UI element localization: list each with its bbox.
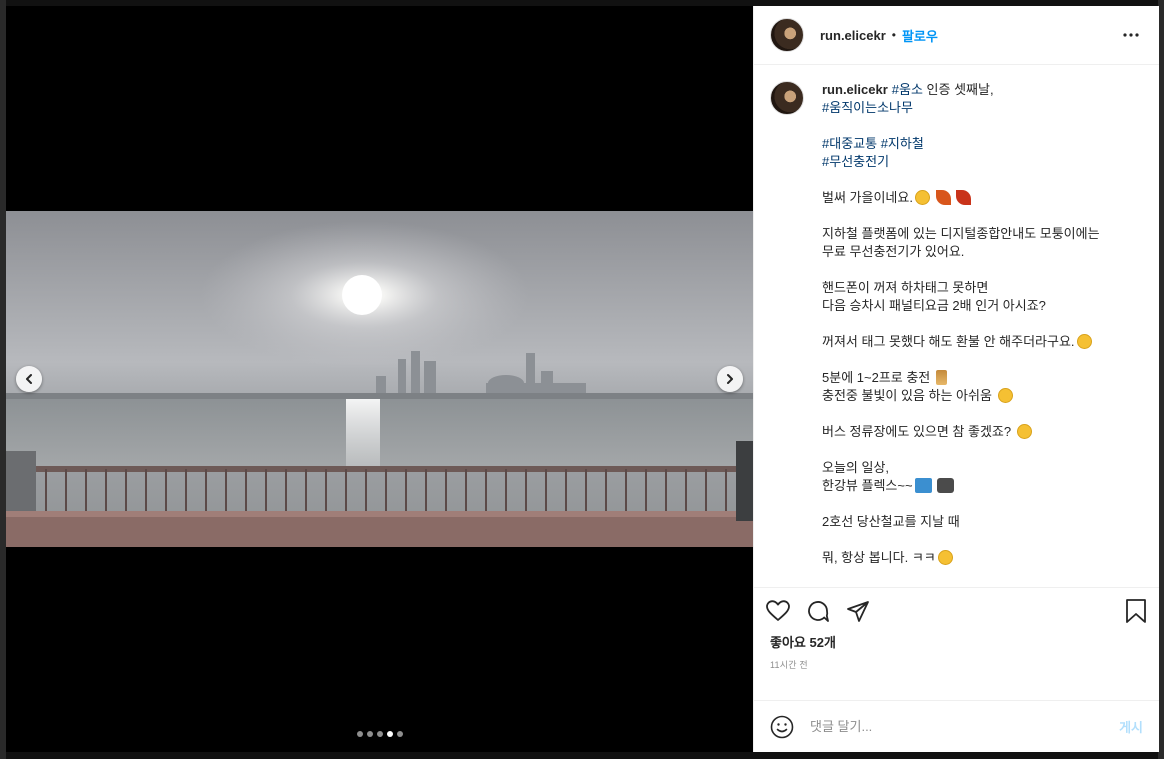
heart-icon — [766, 600, 790, 621]
fallen-leaf-emoji-icon — [935, 190, 951, 205]
share-button[interactable] — [846, 591, 878, 631]
more-options-button[interactable] — [1119, 23, 1143, 47]
likes-count[interactable]: 좋아요 52개 — [754, 634, 1159, 658]
camera-emoji-icon — [937, 478, 955, 493]
share-icon — [847, 601, 869, 622]
hashtag-link[interactable]: #무선충전기 — [822, 154, 889, 169]
caption-username[interactable]: run.elicekr — [822, 82, 888, 97]
carousel-dot — [366, 731, 373, 737]
follow-button[interactable]: 팔로우 — [902, 26, 938, 45]
header-username[interactable]: run.elicekr — [820, 28, 886, 43]
caption-text: 충전중 불빛이 있음 하는 아쉬움 — [822, 388, 992, 403]
sunrise-emoji-icon — [914, 478, 932, 493]
hourglass-emoji-icon — [935, 370, 947, 385]
caption-text: 버스 정류장에도 있으면 참 좋겠죠? — [822, 424, 1012, 439]
comment-icon — [808, 601, 829, 622]
comment-bar: 게시 — [754, 700, 1159, 752]
sunglasses-face-emoji-icon — [937, 550, 953, 565]
hashtag-link[interactable]: #움직이는소나무 — [822, 100, 913, 115]
smiling-face-emoji-icon — [914, 190, 930, 205]
caption-text: 인증 셋째날, — [922, 82, 994, 97]
carousel-dot — [396, 731, 403, 737]
hashtag-link[interactable]: #지하철 — [881, 136, 924, 151]
separator-dot: • — [891, 28, 896, 42]
post-timestamp[interactable]: 11시간 전 — [754, 658, 1159, 671]
caption-text: 한강뷰 플렉스~~ — [822, 478, 913, 493]
carousel-indicator — [6, 731, 753, 737]
avatar[interactable] — [770, 18, 804, 52]
post-media — [6, 6, 753, 752]
caption-area: run.elicekr #움소 인증 셋째날, #움직이는소나무 #대중교통 #지… — [754, 65, 1159, 588]
caption-text: 벌써 가을이네요. — [822, 190, 913, 205]
caption-text: 2호선 당산철교를 지날 때 — [822, 514, 960, 529]
carousel-dot — [356, 731, 363, 737]
caption-text: 오늘의 일상, — [822, 460, 890, 475]
han-river-photo — [6, 211, 753, 547]
post-caption: run.elicekr #움소 인증 셋째날, #움직이는소나무 #대중교통 #지… — [822, 81, 1143, 567]
like-button[interactable] — [766, 591, 798, 631]
caption-text: 다음 승차시 패널티요금 2배 인거 아시죠? — [822, 298, 1046, 313]
maple-leaf-emoji-icon — [956, 190, 972, 205]
hashtag-link[interactable]: #움소 — [892, 82, 923, 97]
thinking-face-emoji-icon — [997, 388, 1013, 403]
chevron-right-icon — [727, 374, 733, 384]
bookmark-icon — [1126, 599, 1146, 623]
hashtag-link[interactable]: #대중교통 — [822, 136, 877, 151]
comment-button[interactable] — [806, 591, 838, 631]
post-comment-button[interactable]: 게시 — [1119, 717, 1143, 736]
caption-text: 핸드폰이 꺼져 하차태그 못하면 — [822, 280, 989, 295]
previous-slide-button[interactable] — [16, 366, 42, 392]
confused-face-emoji-icon — [1076, 334, 1092, 349]
carousel-dot — [376, 731, 383, 737]
caption-text: 지하철 플랫폼에 있는 디지털종합안내도 모퉁이에는 — [822, 226, 1100, 241]
more-horizontal-icon — [1123, 33, 1139, 37]
caption-text: 뭐, 항상 봅니다. ㅋㅋ — [822, 550, 936, 565]
post-header: run.elicekr • 팔로우 — [754, 6, 1159, 65]
caption-text: 꺼져서 태그 못했다 해도 환불 안 해주더라구요. — [822, 334, 1075, 349]
avatar[interactable] — [770, 81, 804, 115]
emoji-icon[interactable] — [770, 715, 794, 739]
save-button[interactable] — [1115, 591, 1147, 631]
post-side-panel: run.elicekr • 팔로우 run.elicekr #움소 인증 셋째날,… — [753, 6, 1159, 752]
next-slide-button[interactable] — [717, 366, 743, 392]
comment-input[interactable] — [808, 718, 1120, 735]
chevron-left-icon — [26, 374, 32, 384]
action-bar — [754, 588, 1159, 634]
smiling-face-emoji-icon — [1016, 424, 1032, 439]
carousel-dot-active — [386, 731, 393, 737]
caption-text: 5분에 1~2프로 충전 — [822, 370, 931, 385]
caption-text: 무료 무선충전기가 있어요. — [822, 244, 965, 259]
